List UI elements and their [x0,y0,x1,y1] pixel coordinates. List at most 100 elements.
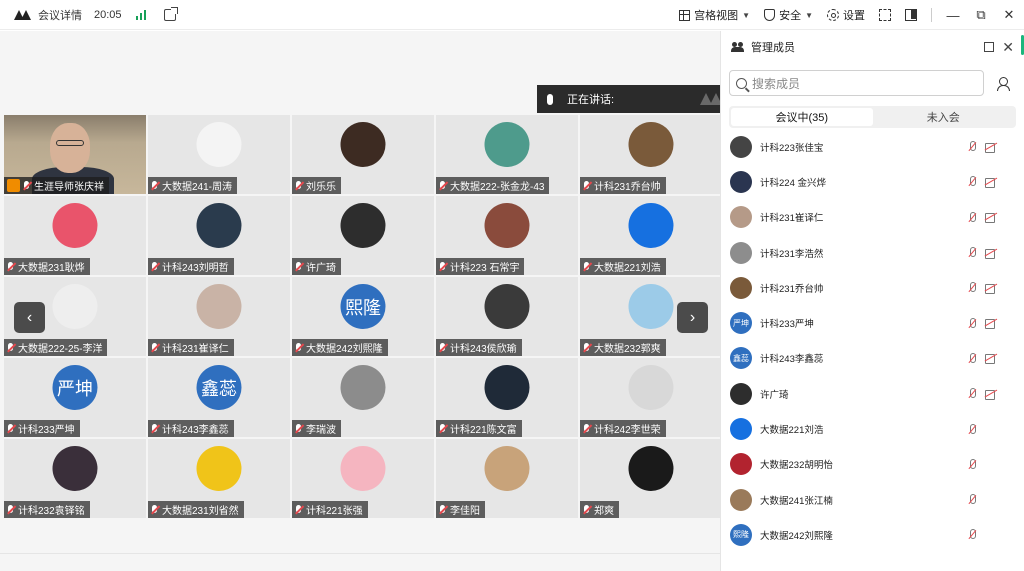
participant-tile[interactable]: 李佳阳 [436,439,578,518]
previous-page-button[interactable]: ‹ [14,302,45,333]
camera-off-icon[interactable] [985,142,997,153]
settings-button[interactable]: 设置 [827,7,865,23]
member-row[interactable]: 严坤 计科233严坤 [721,305,1021,340]
sidebar-toggle-icon[interactable] [905,9,917,21]
mic-muted-icon[interactable] [968,352,976,364]
participant-tile[interactable]: 刘乐乐 [292,115,434,194]
invite-member-button[interactable] [990,70,1016,96]
participant-tile[interactable]: 计科243侯欣瑜 [436,277,578,356]
member-name: 计科233严坤 [760,319,814,331]
gear-icon [827,9,839,21]
participant-avatar [628,203,674,248]
camera-off-icon[interactable] [985,177,997,188]
mic-muted-icon [151,180,159,191]
signal-strength-icon[interactable] [135,9,146,20]
participant-tile[interactable]: 大数据231耿烨 [4,196,146,275]
participant-label: 大数据231刘省然 [148,501,244,518]
participant-tile[interactable]: 大数据222-张金龙-43 [436,115,578,194]
mic-muted-icon [7,261,15,272]
mic-muted-icon[interactable] [968,317,976,329]
member-row[interactable]: 计科224 金兴烨 [721,164,1021,199]
close-window-button[interactable]: ✕ [1002,7,1016,23]
participant-avatar [340,446,386,491]
fullscreen-icon[interactable] [879,9,891,21]
mic-muted-icon[interactable] [968,282,976,293]
minimize-button[interactable]: — [946,8,960,23]
participant-tile[interactable]: 计科223 石常宇 [436,196,578,275]
participant-name: 大数据242刘熙隆 [306,344,383,355]
member-row[interactable]: 大数据241张江楠 [721,482,1021,517]
participant-tile[interactable]: 鑫蕊 计科243李鑫蕊 [148,358,290,437]
mic-muted-icon [583,342,591,353]
member-row[interactable]: 计科223张佳宝 [721,129,1021,164]
member-name: 大数据221刘浩 [760,425,824,437]
next-page-button[interactable]: › [677,302,708,333]
member-row[interactable]: 鑫蕊 计科243李鑫蕊 [721,341,1021,376]
meeting-details-link[interactable]: 会议详情 [38,7,82,23]
participant-tile[interactable]: 熙隆 大数据242刘熙隆 [292,277,434,356]
mic-muted-icon[interactable] [968,247,976,258]
participant-tile[interactable]: 计科231崔译仁 [148,277,290,356]
share-screen-icon[interactable] [163,6,178,21]
participant-name: 计科221张强 [306,506,363,517]
member-row[interactable]: 许广琦 [721,376,1021,411]
member-name: 计科223张佳宝 [760,142,824,154]
member-row[interactable]: 大数据232胡明怡 [721,447,1021,482]
participant-tile[interactable]: 大数据231刘省然 [148,439,290,518]
participant-tile[interactable]: 大数据241-周涛 [148,115,290,194]
host-video-tile[interactable]: 生涯导师张庆祥 [4,115,146,194]
camera-off-icon[interactable] [985,213,997,224]
member-row[interactable]: 计科231李浩然 [721,235,1021,270]
mic-muted-icon[interactable] [968,176,976,187]
camera-off-icon[interactable] [985,354,997,365]
mic-muted-icon[interactable] [968,211,976,223]
restore-button[interactable]: ⧉ [974,7,988,23]
camera-off-icon[interactable] [985,319,997,330]
participant-tile[interactable]: 严坤 计科233严坤 [4,358,146,437]
avatar [730,418,752,441]
participant-name: 计科223 石常宇 [450,263,520,274]
security-button[interactable]: 安全 ▼ [764,7,813,23]
camera-off-icon[interactable] [985,389,997,400]
participant-tile[interactable]: 计科221张强 [292,439,434,518]
participant-tile[interactable]: 计科243刘明哲 [148,196,290,275]
mic-muted-icon[interactable] [968,494,976,505]
member-row[interactable]: 熙隆 大数据242刘熙隆 [721,517,1021,552]
mic-muted-icon[interactable] [968,388,976,399]
tab-not-joined[interactable]: 未入会 [873,108,1015,126]
participant-tile[interactable]: 计科242李世荣 [580,358,722,437]
search-input[interactable]: 搜索成员 [729,70,984,96]
mic-muted-icon[interactable] [968,423,976,435]
camera-off-icon[interactable] [985,283,997,294]
member-row[interactable]: 计科231崔译仁 [721,200,1021,235]
participant-tile[interactable]: 大数据221刘浩 [580,196,722,275]
camera-off-icon[interactable] [985,248,997,259]
participant-name: 大数据222-25-李洋 [18,344,103,355]
member-row[interactable]: 计科231乔台帅 [721,270,1021,305]
participant-avatar [52,203,98,248]
tab-in-meeting[interactable]: 会议中(35) [731,108,873,126]
participant-label: 郑爽 [580,501,619,518]
participant-avatar [52,284,98,329]
mic-muted-icon[interactable] [968,529,976,540]
grid-view-button[interactable]: 宫格视图 ▼ [679,7,750,23]
participant-tile[interactable]: 李瑞波 [292,358,434,437]
participant-tile[interactable]: 郑爽 [580,439,722,518]
popout-icon[interactable] [984,42,995,52]
participant-tile[interactable]: 许广琦 [292,196,434,275]
participant-tile[interactable]: 计科221陈文富 [436,358,578,437]
participant-avatar [484,446,530,491]
member-row[interactable]: 大数据221刘浩 [721,411,1021,446]
participant-tile[interactable]: 计科232袁铎铭 [4,439,146,518]
participant-label: 计科232袁铎铭 [4,501,90,518]
participant-name: 李瑞波 [306,425,336,436]
participant-label: 大数据221刘浩 [580,258,666,275]
close-icon[interactable]: ✕ [1002,40,1014,54]
mic-muted-icon[interactable] [968,141,976,152]
participant-avatar [484,365,530,410]
participant-avatar [484,284,530,329]
avatar [730,135,752,158]
participant-tile[interactable]: 计科231乔台帅 [580,115,722,194]
mic-muted-icon[interactable] [968,458,976,470]
search-placeholder: 搜索成员 [752,76,801,91]
